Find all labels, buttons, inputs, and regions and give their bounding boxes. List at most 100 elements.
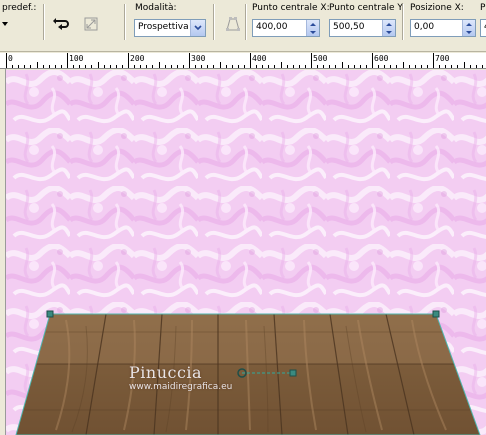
rotation-handle[interactable] [289, 369, 297, 377]
horizontal-ruler: 0 100 200 300 400 500 600 700 [0, 53, 486, 69]
ruler-tick [463, 62, 465, 68]
ruler-tick [250, 53, 251, 68]
ruler-tick [243, 65, 245, 68]
separator [213, 4, 214, 40]
ruler-label: 100 [69, 54, 84, 63]
center-y-label: Punto centrale Y: [329, 3, 405, 13]
center-x-spinner[interactable] [306, 20, 319, 36]
ruler-tick [323, 65, 325, 68]
watermark-url: www.maidiregrafica.eu [129, 382, 233, 392]
ruler-tick [140, 65, 142, 68]
ruler-tick [152, 65, 154, 68]
ruler-tick [189, 53, 190, 68]
ruler-label: 700 [435, 54, 450, 63]
ruler-tick [54, 65, 56, 68]
ruler-tick [359, 65, 361, 68]
ruler-tick [390, 65, 392, 68]
position-x-spinner[interactable] [462, 20, 475, 36]
ruler-tick [481, 65, 483, 68]
ruler-tick [286, 65, 288, 68]
ruler-tick [298, 65, 300, 68]
ruler-tick [146, 65, 148, 68]
ruler-tick [256, 65, 258, 68]
ruler-tick [372, 53, 373, 68]
ruler-tick [219, 62, 221, 68]
ruler-tick [451, 65, 453, 68]
ruler-tick [317, 65, 319, 68]
ruler-tick [329, 65, 331, 68]
center-y-field[interactable]: 500,50 [329, 19, 396, 37]
ruler-tick [182, 65, 184, 68]
ruler-label: 500 [313, 54, 328, 63]
ruler-label: 200 [130, 54, 145, 63]
ruler-tick [201, 65, 203, 68]
ruler-tick [280, 62, 282, 68]
ruler-tick [24, 65, 26, 68]
ruler-tick [30, 65, 32, 68]
ruler-tick [6, 53, 7, 68]
ruler-tick [128, 53, 129, 68]
ruler-tick [408, 65, 410, 68]
rotate-arrow-icon[interactable] [50, 13, 72, 35]
ruler-tick [457, 65, 459, 68]
ruler-label: 600 [374, 54, 389, 63]
ruler-label: 400 [252, 54, 267, 63]
ruler-tick [365, 65, 367, 68]
preset-dropdown-arrow-icon[interactable] [2, 22, 8, 26]
ruler-tick [176, 65, 178, 68]
ruler-tick [213, 65, 215, 68]
truncated-field[interactable]: 4 [480, 19, 486, 37]
truncated-label: P [480, 3, 486, 13]
ruler-tick [18, 65, 20, 68]
ruler-tick [311, 53, 312, 68]
chevron-down-icon[interactable] [190, 20, 205, 36]
preset-label: predef.: [2, 3, 37, 13]
ruler-tick [475, 65, 477, 68]
ruler-tick [335, 65, 337, 68]
ruler-tick [384, 65, 386, 68]
ruler-tick [426, 65, 428, 68]
ruler-tick [97, 62, 99, 68]
ruler-tick [402, 62, 404, 68]
ruler-tick [91, 65, 93, 68]
canvas-drawing [6, 70, 486, 435]
ruler-tick [225, 65, 227, 68]
perspective-box-icon[interactable] [222, 13, 244, 35]
ruler-tick [353, 65, 355, 68]
ruler-tick [48, 65, 50, 68]
ruler-tick [268, 65, 270, 68]
image-canvas[interactable] [6, 70, 486, 435]
handle-top-left[interactable] [46, 310, 54, 318]
handle-top-right[interactable] [432, 310, 440, 318]
mode-label: Modalità: [135, 3, 177, 13]
ruler-tick [341, 62, 343, 68]
center-x-field[interactable]: 400,00 [252, 19, 320, 37]
mode-select[interactable]: Prospettiva [134, 19, 206, 37]
ruler-tick [445, 65, 447, 68]
ruler-tick [207, 65, 209, 68]
ruler-tick [274, 65, 276, 68]
ruler-tick [439, 65, 441, 68]
ruler-tick [262, 65, 264, 68]
ruler-tick [292, 65, 294, 68]
ruler-tick [347, 65, 349, 68]
position-x-value: 0,00 [414, 22, 435, 32]
reset-transform-icon[interactable] [80, 13, 102, 35]
separator [402, 4, 403, 40]
ruler-tick [42, 65, 44, 68]
ruler-tick [73, 65, 75, 68]
tool-options-toolbar: predef.: Modalità: Prospettiva Punto cen… [0, 0, 486, 52]
ruler-tick [12, 65, 14, 68]
ruler-tick [396, 65, 398, 68]
separator [124, 4, 125, 40]
ruler-tick [121, 65, 123, 68]
ruler-tick [115, 65, 117, 68]
ruler-tick [378, 65, 380, 68]
ruler-label: 300 [191, 54, 206, 63]
position-x-field[interactable]: 0,00 [410, 19, 476, 37]
ruler-tick [195, 65, 197, 68]
ruler-tick [60, 65, 62, 68]
center-y-value: 500,50 [333, 22, 365, 32]
separator [245, 4, 246, 40]
center-y-spinner[interactable] [382, 20, 395, 36]
